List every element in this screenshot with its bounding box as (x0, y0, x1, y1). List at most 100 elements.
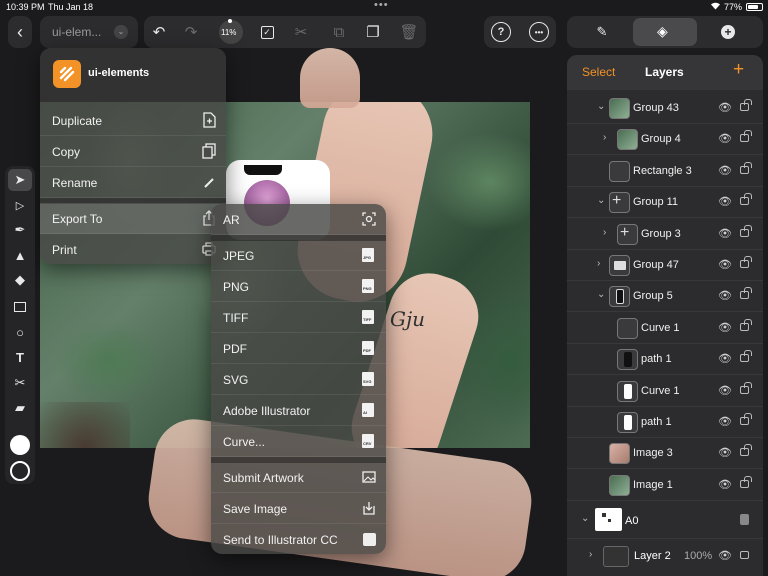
select-button[interactable]: Select (582, 65, 615, 79)
unlock-icon[interactable] (740, 161, 752, 174)
export-curve-item[interactable]: Curve... CRV (211, 426, 386, 457)
duplicate-button[interactable]: ❐ (358, 16, 388, 48)
layer-row[interactable]: › Group 47 👁 (567, 250, 763, 281)
chevron-right-icon[interactable]: › (603, 132, 606, 143)
layer-row[interactable]: › + Group 3 👁 (567, 219, 763, 250)
layer-row[interactable]: Rectangle 3 👁 (567, 156, 763, 187)
paste-button[interactable]: ⧉ (324, 16, 354, 48)
select-tool[interactable]: ➤ (8, 169, 32, 191)
print-menu-item[interactable]: Print (40, 234, 226, 264)
pen-tool[interactable]: ✒ (8, 219, 32, 241)
help-button[interactable]: ? (486, 16, 516, 48)
lasso-tool[interactable]: ○ (8, 321, 32, 343)
cut-button[interactable]: ✂ (286, 16, 316, 48)
eye-icon[interactable]: 👁 (718, 321, 732, 334)
layer-row[interactable]: Image 1 👁 (567, 470, 763, 501)
layer-row[interactable]: Curve 1 👁 (567, 313, 763, 344)
export-jpeg-item[interactable]: JPEG JPG (211, 240, 386, 271)
unlock-icon[interactable] (740, 551, 749, 559)
stroke-color-swatch[interactable] (10, 461, 30, 481)
unlock-icon[interactable] (740, 130, 752, 143)
redo-button[interactable]: ↷ (176, 16, 206, 48)
fill-tool[interactable]: ◆ (8, 269, 32, 291)
chevron-down-icon[interactable]: ⌄ (597, 101, 605, 112)
export-svg-item[interactable]: SVG SVG (211, 364, 386, 395)
eye-icon[interactable]: 👁 (718, 132, 732, 145)
shape-tool[interactable] (8, 296, 32, 318)
send-to-illustrator-item[interactable]: Send to Illustrator CC (211, 524, 386, 554)
layer-row[interactable]: Image 3 👁 (567, 438, 763, 470)
eye-icon[interactable]: 👁 (718, 289, 732, 302)
chevron-down-icon[interactable]: ⌄ (597, 289, 605, 300)
eye-icon[interactable]: 👁 (718, 164, 732, 177)
chevron-down-icon[interactable]: ⌄ (597, 195, 605, 206)
eye-icon[interactable]: 👁 (718, 195, 732, 208)
eye-icon[interactable]: 👁 (718, 478, 732, 491)
unlock-icon[interactable] (740, 287, 752, 300)
layer-row[interactable]: path 1 👁 (567, 407, 763, 438)
rename-menu-item[interactable]: Rename (40, 167, 226, 198)
add-layer-button[interactable]: + (733, 59, 744, 81)
eye-icon[interactable]: 👁 (718, 352, 732, 365)
multitasking-dots-icon[interactable]: ••• (374, 0, 389, 11)
unlock-icon[interactable] (740, 318, 752, 331)
text-tool[interactable]: T (8, 346, 32, 368)
layer-row-bottom[interactable]: › Layer 2 100% 👁 (567, 541, 763, 572)
select-transform-button[interactable]: ✓ (252, 16, 282, 48)
unlock-icon[interactable] (740, 381, 752, 394)
fill-color-swatch[interactable] (10, 435, 30, 455)
eye-icon[interactable]: 👁 (718, 446, 732, 459)
layer-row[interactable]: ⌄ + Group 11 👁 (567, 187, 763, 219)
chevron-right-icon[interactable]: › (603, 227, 606, 238)
pen-nib-icon: ✒ (14, 222, 26, 237)
unlock-icon[interactable] (740, 413, 752, 425)
duplicate-menu-item[interactable]: Duplicate (40, 105, 226, 136)
unlock-icon[interactable] (740, 350, 752, 363)
eye-icon[interactable]: 👁 (718, 415, 732, 428)
layer-row[interactable]: Curve 1 👁 (567, 376, 763, 407)
eye-icon[interactable]: 👁 (718, 549, 732, 562)
eraser-tool[interactable]: ▰ (8, 397, 32, 419)
layer-row[interactable]: ⌄ Group 5 👁 (567, 281, 763, 313)
ellipsis-icon: ••• (529, 22, 549, 42)
eye-icon[interactable]: 👁 (718, 101, 732, 114)
eye-icon[interactable]: 👁 (718, 227, 732, 240)
scissors-icon: ✂ (294, 24, 308, 41)
unlock-icon[interactable] (740, 444, 752, 457)
unlock-icon[interactable] (740, 193, 752, 206)
layers-panel-button[interactable]: ◈ (633, 18, 697, 46)
layer-row[interactable]: path 1 👁 (567, 344, 763, 376)
undo-button[interactable]: ↶ (144, 16, 174, 48)
submit-artwork-item[interactable]: Submit Artwork (211, 462, 386, 493)
unlock-icon[interactable] (740, 99, 752, 111)
save-image-item[interactable]: Save Image (211, 493, 386, 524)
export-png-item[interactable]: PNG PNG (211, 271, 386, 302)
chevron-right-icon[interactable]: › (597, 258, 600, 269)
zoom-button[interactable]: 11% (216, 16, 246, 48)
scissor-tool[interactable]: ✂ (8, 372, 32, 394)
delete-button[interactable]: 🗑 (394, 16, 424, 48)
export-pdf-item[interactable]: PDF PDF (211, 333, 386, 364)
layer-thumbnail: + (617, 223, 638, 245)
layer-row[interactable]: › Group 4 👁 (567, 124, 763, 156)
add-panel-button[interactable]: + (713, 16, 743, 48)
export-ar-item[interactable]: AR (211, 204, 386, 235)
export-to-menu-item[interactable]: Export To (40, 203, 226, 234)
more-button[interactable]: ••• (524, 16, 554, 48)
export-tiff-item[interactable]: TIFF TIFF (211, 302, 386, 333)
eye-icon[interactable]: 👁 (718, 384, 732, 397)
pencil-tool[interactable]: ▲ (8, 244, 32, 266)
style-panel-button[interactable]: ✎ (587, 16, 617, 48)
copy-menu-item[interactable]: Copy (40, 136, 226, 167)
unlock-icon[interactable] (740, 224, 752, 237)
artboard-row[interactable]: ⌄ A0 (567, 503, 763, 539)
eye-icon[interactable]: 👁 (718, 258, 732, 271)
layer-row[interactable]: ⌄ Group 43 👁 (567, 93, 763, 124)
unlock-icon[interactable] (740, 256, 752, 268)
document-title-button[interactable]: ui-elem... ⌄ (40, 16, 138, 48)
artboard-lock-icon[interactable] (740, 514, 749, 525)
back-button[interactable]: ‹ (8, 16, 32, 48)
unlock-icon[interactable] (740, 475, 752, 488)
export-illustrator-item[interactable]: Adobe Illustrator AI (211, 395, 386, 426)
node-tool[interactable]: ▷ (8, 194, 32, 216)
